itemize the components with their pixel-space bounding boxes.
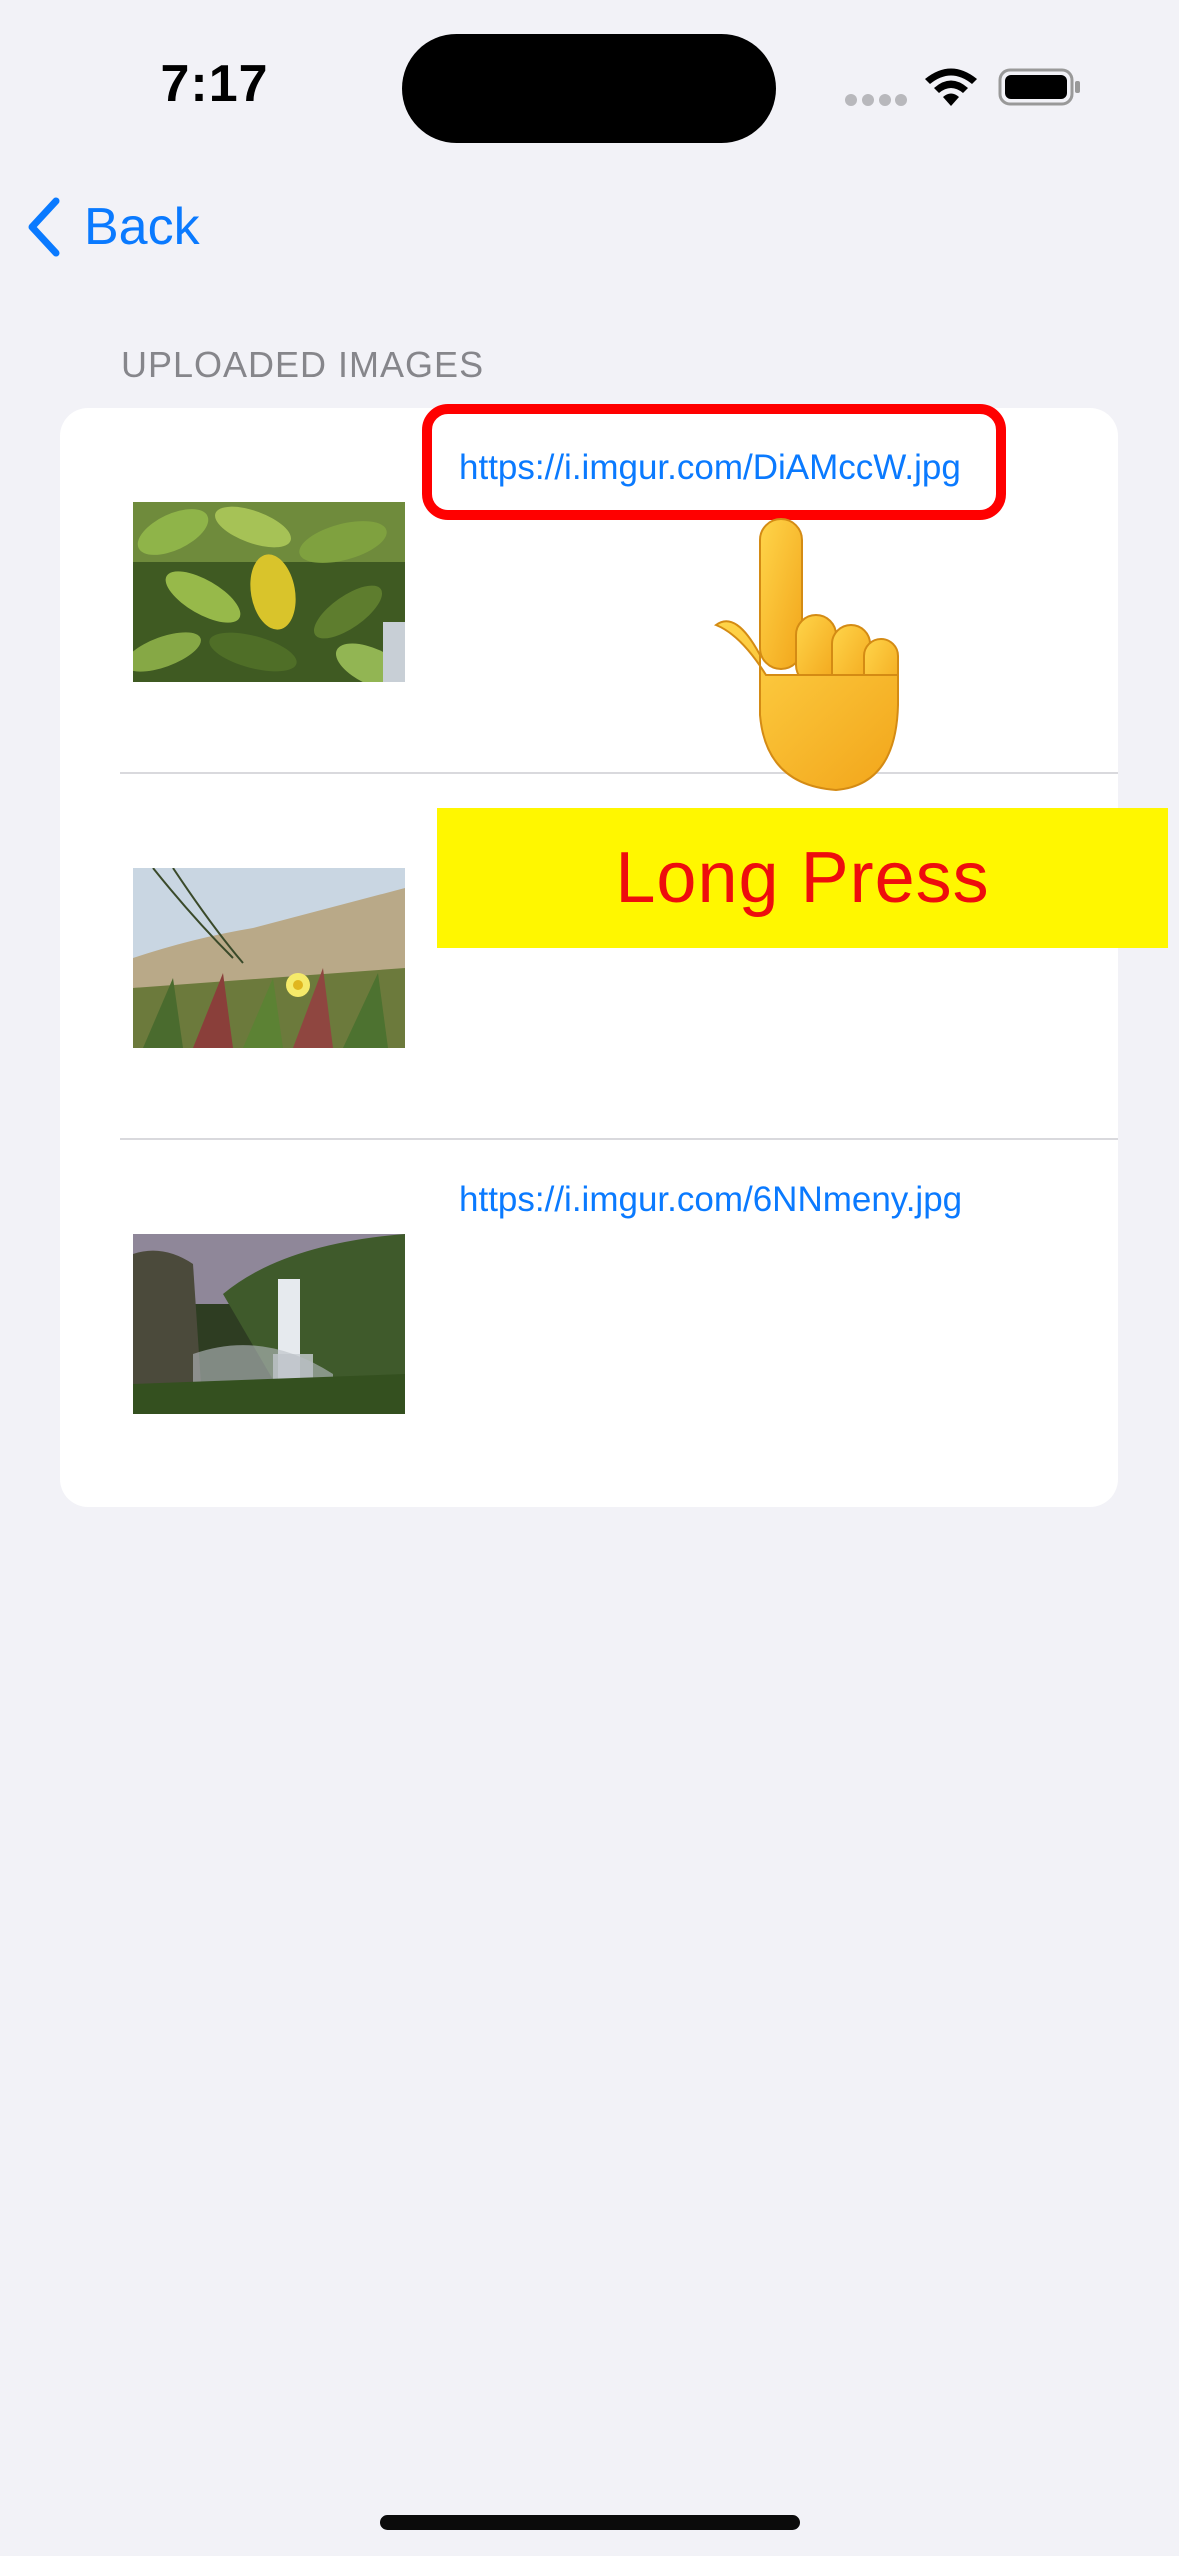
home-indicator[interactable]	[380, 2515, 800, 2530]
image-thumbnail[interactable]	[133, 1234, 405, 1414]
leaves-photo	[133, 502, 405, 682]
back-button[interactable]: Back	[24, 192, 200, 262]
uploaded-images-list: https://i.imgur.com/DiAMccW.jpg https://…	[60, 408, 1118, 1507]
list-item[interactable]: https://i.imgur.com/DiAMccW.jpg	[60, 408, 1118, 774]
image-thumbnail[interactable]	[133, 502, 405, 682]
battery-icon	[998, 68, 1080, 106]
dune-grass-photo	[133, 868, 405, 1048]
pointing-hand-icon	[713, 518, 899, 792]
image-url-link[interactable]: https://i.imgur.com/DiAMccW.jpg	[459, 448, 961, 488]
dynamic-island	[402, 34, 776, 143]
status-bar: 7:17	[0, 0, 1179, 170]
long-press-banner: Long Press	[437, 808, 1168, 948]
status-time: 7:17	[160, 55, 269, 113]
list-item[interactable]: https://i.imgur.com/6NNmeny.jpg	[60, 1140, 1118, 1506]
chevron-left-icon	[28, 197, 60, 257]
back-label: Back	[84, 198, 200, 256]
image-thumbnail[interactable]	[133, 868, 405, 1048]
cellular-signal-icon	[845, 94, 907, 106]
banner-text: Long Press	[615, 838, 990, 918]
image-url-link[interactable]: https://i.imgur.com/6NNmeny.jpg	[459, 1180, 962, 1220]
section-header: UPLOADED IMAGES	[121, 344, 485, 385]
wifi-icon	[925, 68, 977, 106]
waterfall-photo	[133, 1234, 405, 1414]
